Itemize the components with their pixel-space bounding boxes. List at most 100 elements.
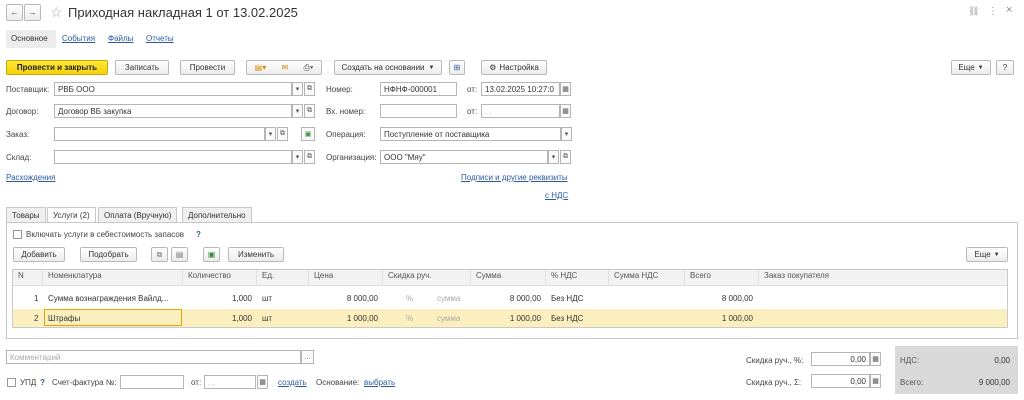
col-sum[interactable]: Сумма [476, 271, 501, 280]
more-vert-icon[interactable]: ⋮ [988, 6, 998, 17]
order-field[interactable] [54, 127, 265, 141]
col-vat-rate[interactable]: % НДС [551, 271, 577, 280]
row-vat-rate[interactable]: Без НДС [551, 314, 583, 323]
forward-button[interactable]: → [24, 4, 41, 21]
more-button[interactable]: Еще ▼ [951, 60, 991, 75]
post-and-close-button[interactable]: Провести и закрыть [6, 60, 108, 75]
paste-icon[interactable]: ▤ [171, 247, 188, 262]
order-dropdown[interactable]: ▾ [265, 127, 276, 141]
nav-basic[interactable]: Основное [6, 30, 56, 48]
row-unit[interactable]: шт [262, 294, 272, 303]
calculator-icon[interactable]: ▦ [870, 352, 881, 366]
comment-input[interactable]: Комментарий [6, 350, 301, 364]
order-fill-icon[interactable]: ▣ [301, 127, 315, 141]
post-button[interactable]: Провести [180, 60, 235, 75]
organization-dropdown[interactable]: ▾ [548, 150, 559, 164]
discount-pct-input[interactable]: 0,00 [811, 352, 870, 366]
nav-reports[interactable]: Отчеты [146, 34, 174, 43]
calculator-icon[interactable]: ▦ [870, 374, 881, 388]
back-button[interactable]: ← [6, 4, 23, 21]
row-qty[interactable]: 1,000 [200, 314, 252, 323]
excel-icon[interactable]: ▣ [203, 247, 220, 262]
add-button[interactable]: Добавить [13, 247, 65, 262]
col-quantity[interactable]: Количество [188, 271, 231, 280]
structure-icon[interactable]: ⊞ [449, 60, 465, 75]
star-icon[interactable]: ☆ [50, 4, 63, 21]
help-icon[interactable]: ? [196, 230, 201, 239]
row-disc-sum[interactable]: сумма [437, 294, 460, 303]
create-based-on-button[interactable]: Создать на основании ▼ [334, 60, 442, 75]
pick-button[interactable]: Подобрать [80, 247, 137, 262]
calendar-icon[interactable]: ▦ [560, 82, 571, 96]
row-price[interactable]: 8 000,00 [318, 294, 378, 303]
row-sum[interactable]: 8 000,00 [478, 294, 541, 303]
comment-expand-button[interactable]: … [301, 350, 314, 364]
operation-field[interactable]: Поступление от поставщика [380, 127, 561, 141]
tab-payment[interactable]: Оплата (Вручную) [98, 207, 178, 222]
organization-open-icon[interactable]: ⧉ [560, 150, 571, 164]
row-disc-pct[interactable]: % [406, 314, 413, 323]
supplier-field[interactable]: РВБ ООО [54, 82, 292, 96]
docs-group-button[interactable]: ▤▾ ✉ ⎙▾ [246, 60, 322, 75]
link-icon[interactable]: ⛓ [968, 6, 979, 17]
warehouse-field[interactable] [54, 150, 292, 164]
calendar-icon[interactable]: ▦ [560, 104, 571, 118]
row-unit[interactable]: шт [262, 314, 272, 323]
row-name[interactable]: Сумма вознаграждения Вайлд... [48, 294, 168, 303]
row-disc-sum[interactable]: сумма [437, 314, 460, 323]
warehouse-dropdown[interactable]: ▾ [292, 150, 303, 164]
operation-dropdown[interactable]: ▾ [561, 127, 572, 141]
col-customer-order[interactable]: Заказ покупателя [764, 271, 829, 280]
number-field[interactable]: НФНФ-000001 [380, 82, 457, 96]
settings-button[interactable]: ⚙ Настройка [481, 60, 547, 75]
organization-field[interactable]: ООО "Мяу" [380, 150, 548, 164]
tab-services[interactable]: Услуги (2) [47, 207, 96, 223]
row-qty[interactable]: 1,000 [200, 294, 252, 303]
row-total[interactable]: 8 000,00 [690, 294, 753, 303]
help-button[interactable]: ? [996, 60, 1014, 75]
help-icon[interactable]: ? [40, 378, 45, 387]
nav-events[interactable]: События [62, 34, 95, 43]
supplier-dropdown[interactable]: ▾ [292, 82, 303, 96]
date-field[interactable]: 13.02.2025 10:27:0 [481, 82, 560, 96]
col-nomenclature[interactable]: Номенклатура [48, 271, 102, 280]
nav-files[interactable]: Файлы [108, 34, 133, 43]
in-date-field[interactable]: . . [481, 104, 560, 118]
contract-open-icon[interactable]: ⧉ [304, 104, 315, 118]
col-discount[interactable]: Скидка руч. [388, 271, 432, 280]
invoice-date-input[interactable]: . . [204, 375, 256, 389]
tab-goods[interactable]: Товары [6, 207, 46, 222]
supplier-open-icon[interactable]: ⧉ [304, 82, 315, 96]
save-button[interactable]: Записать [115, 60, 169, 75]
include-cost-checkbox[interactable] [13, 230, 22, 239]
close-icon[interactable]: × [1006, 4, 1012, 16]
row-disc-pct[interactable]: % [406, 294, 413, 303]
discount-sum-input[interactable]: 0,00 [811, 374, 870, 388]
row-total[interactable]: 1 000,00 [690, 314, 753, 323]
table-more-button[interactable]: Еще ▼ [966, 247, 1008, 262]
col-total[interactable]: Всего [690, 271, 711, 280]
change-button[interactable]: Изменить [228, 247, 284, 262]
col-vat-sum[interactable]: Сумма НДС [614, 271, 658, 280]
in-number-field[interactable] [380, 104, 457, 118]
row-sum[interactable]: 1 000,00 [478, 314, 541, 323]
create-invoice-link[interactable]: создать [278, 378, 307, 387]
copy-icon[interactable]: ⧉ [151, 247, 168, 262]
choose-basis-link[interactable]: выбрать [364, 378, 395, 387]
invoice-number-input[interactable] [120, 375, 184, 389]
contract-dropdown[interactable]: ▾ [292, 104, 303, 118]
upd-checkbox[interactable] [7, 378, 16, 387]
contract-field[interactable]: Договор ВБ закупка [54, 104, 292, 118]
calendar-icon[interactable]: ▦ [257, 375, 268, 389]
order-open-icon[interactable]: ⧉ [277, 127, 288, 141]
row-name[interactable]: Штрафы [48, 314, 80, 323]
col-price[interactable]: Цена [314, 271, 333, 280]
col-unit[interactable]: Ед. [262, 271, 274, 280]
col-n[interactable]: N [18, 271, 24, 280]
warehouse-open-icon[interactable]: ⧉ [304, 150, 315, 164]
tab-additional[interactable]: Дополнительно [182, 207, 252, 222]
row-vat-rate[interactable]: Без НДС [551, 294, 583, 303]
row-price[interactable]: 1 000,00 [318, 314, 378, 323]
signatures-link[interactable]: Подписи и другие реквизиты [461, 173, 568, 182]
vat-link[interactable]: с НДС [545, 191, 568, 200]
